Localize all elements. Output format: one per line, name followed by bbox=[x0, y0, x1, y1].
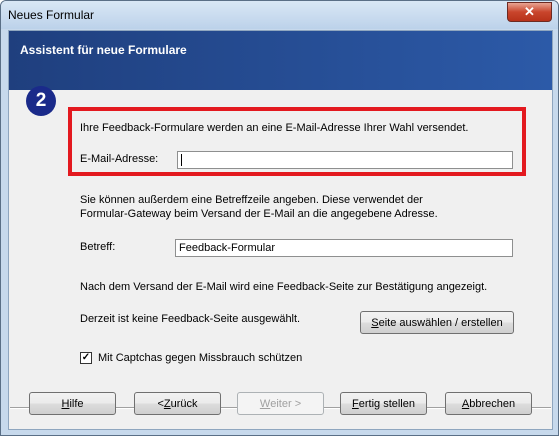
title-bar[interactable]: Neues Formular ✕ bbox=[1, 1, 558, 29]
feedback-info-text: Nach dem Versand der E-Mail wird eine Fe… bbox=[80, 281, 488, 293]
back-button[interactable]: < Zurück bbox=[134, 392, 221, 415]
wizard-banner: Assistent für neue Formulare bbox=[9, 31, 552, 90]
select-feedback-page-button[interactable]: Seite auswählen / erstellen bbox=[360, 311, 514, 334]
captcha-checkbox[interactable]: ✓ bbox=[80, 352, 92, 364]
subject-info-line-1: Sie können außerdem eine Betreffzeile an… bbox=[80, 194, 423, 206]
close-button[interactable]: ✕ bbox=[507, 2, 552, 22]
dialog-window: Neues Formular ✕ Assistent für neue Form… bbox=[0, 0, 559, 436]
step-number-badge: 2 bbox=[26, 86, 56, 116]
email-input[interactable] bbox=[177, 151, 513, 169]
finish-button[interactable]: Fertig stellen bbox=[340, 392, 427, 415]
window-title: Neues Formular bbox=[8, 8, 95, 22]
text-caret bbox=[181, 154, 182, 167]
help-button[interactable]: Hilfe bbox=[29, 392, 116, 415]
feedback-status-text: Derzeit ist keine Feedback-Seite ausgewä… bbox=[80, 313, 301, 325]
dialog-client-area: Assistent für neue Formulare bbox=[8, 30, 553, 430]
email-intro-text: Ihre Feedback-Formulare werden an eine E… bbox=[80, 122, 469, 134]
subject-label: Betreff: bbox=[80, 241, 116, 253]
wizard-title: Assistent für neue Formulare bbox=[20, 43, 187, 57]
cancel-button[interactable]: Abbrechen bbox=[445, 392, 532, 415]
captcha-label[interactable]: Mit Captchas gegen Missbrauch schützen bbox=[98, 352, 302, 364]
subject-input[interactable]: Feedback-Formular bbox=[175, 239, 513, 257]
next-button: Weiter > bbox=[237, 392, 324, 415]
close-icon: ✕ bbox=[524, 4, 535, 19]
subject-info-line-2: Formular-Gateway beim Versand der E-Mail… bbox=[80, 208, 438, 220]
email-label: E-Mail-Adresse: bbox=[80, 153, 159, 165]
